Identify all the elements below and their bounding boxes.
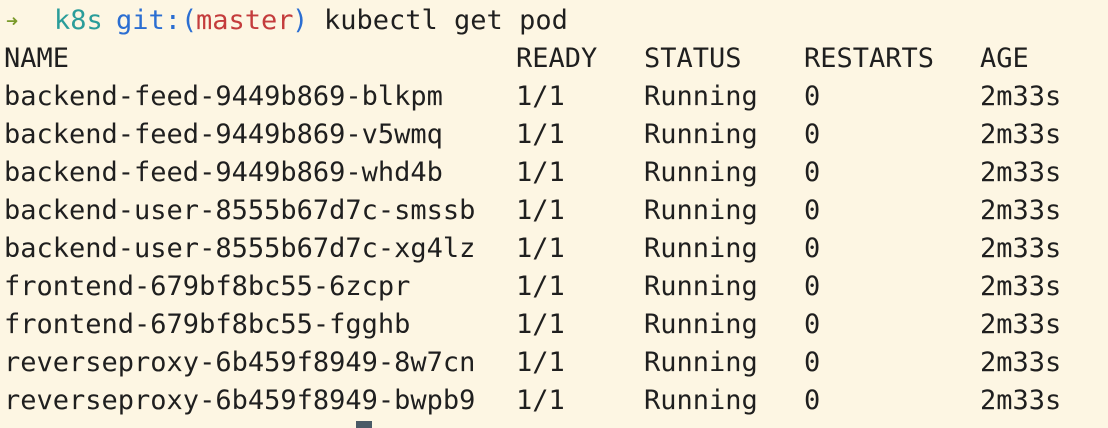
pod-ready: 1/1	[516, 271, 565, 302]
pod-age: 2m33s	[980, 385, 1062, 416]
pod-restarts: 0	[804, 119, 821, 150]
pod-name: backend-user-8555b67d7c-xg4lz	[4, 233, 476, 264]
table-row: backend-feed-9449b869-v5wmq 1/1 Running …	[0, 116, 1061, 154]
pod-status: Running	[644, 233, 758, 264]
pod-ready: 1/1	[516, 385, 565, 416]
prompt-command: kubectl get pod	[324, 5, 568, 36]
pod-restarts: 0	[804, 157, 821, 188]
pod-name: frontend-679bf8bc55-fgghb	[4, 309, 411, 340]
terminal-window[interactable]: ➜ k8s git:( master ) kubectl get pod NAM…	[0, 0, 1108, 428]
pod-age: 2m33s	[980, 347, 1062, 378]
prompt-git-label: git:(	[116, 5, 198, 36]
pod-name: backend-feed-9449b869-blkpm	[4, 81, 443, 112]
prompt-git-branch: master	[196, 5, 294, 36]
pod-age: 2m33s	[980, 119, 1062, 150]
pod-age: 2m33s	[980, 157, 1062, 188]
pod-name: backend-feed-9449b869-v5wmq	[4, 119, 443, 150]
pod-status: Running	[644, 195, 758, 226]
prompt-directory: k8s	[54, 5, 103, 36]
table-row: backend-feed-9449b869-blkpm 1/1 Running …	[0, 78, 1061, 116]
header-ready: READY	[516, 43, 598, 74]
pod-age: 2m33s	[980, 271, 1062, 302]
pod-restarts: 0	[804, 81, 821, 112]
pod-restarts: 0	[804, 271, 821, 302]
pod-restarts: 0	[804, 385, 821, 416]
pod-ready: 1/1	[516, 233, 565, 264]
pod-name: backend-user-8555b67d7c-smssb	[4, 195, 476, 226]
pod-status: Running	[644, 385, 758, 416]
header-restarts: RESTARTS	[804, 43, 935, 74]
terminal-cursor	[356, 421, 372, 428]
pod-status: Running	[644, 309, 758, 340]
header-name: NAME	[4, 43, 70, 74]
pod-status: Running	[644, 347, 758, 378]
prompt-line: ➜ k8s git:( master ) kubectl get pod	[0, 2, 568, 40]
pod-age: 2m33s	[980, 81, 1062, 112]
header-age: AGE	[980, 43, 1029, 74]
pod-restarts: 0	[804, 309, 821, 340]
table-header-row: NAME READY STATUS RESTARTS AGE	[0, 40, 1029, 78]
pod-age: 2m33s	[980, 233, 1062, 264]
header-status: STATUS	[644, 43, 742, 74]
pod-ready: 1/1	[516, 157, 565, 188]
pod-status: Running	[644, 81, 758, 112]
table-row: frontend-679bf8bc55-6zcpr 1/1 Running 0 …	[0, 268, 1061, 306]
table-row: frontend-679bf8bc55-fgghb 1/1 Running 0 …	[0, 306, 1061, 344]
pod-name: reverseproxy-6b459f8949-bwpb9	[4, 385, 476, 416]
pod-name: backend-feed-9449b869-whd4b	[4, 157, 443, 188]
table-row: reverseproxy-6b459f8949-bwpb9 1/1 Runnin…	[0, 382, 1061, 420]
pod-ready: 1/1	[516, 347, 565, 378]
pod-ready: 1/1	[516, 119, 565, 150]
table-row: reverseproxy-6b459f8949-8w7cn 1/1 Runnin…	[0, 344, 1061, 382]
pod-ready: 1/1	[516, 195, 565, 226]
table-row: backend-user-8555b67d7c-smssb 1/1 Runnin…	[0, 192, 1061, 230]
pod-status: Running	[644, 119, 758, 150]
table-row: backend-feed-9449b869-whd4b 1/1 Running …	[0, 154, 1061, 192]
prompt-git-close: )	[292, 5, 309, 36]
pod-status: Running	[644, 157, 758, 188]
pod-status: Running	[644, 271, 758, 302]
pod-ready: 1/1	[516, 81, 565, 112]
pod-restarts: 0	[804, 195, 821, 226]
pod-name: frontend-679bf8bc55-6zcpr	[4, 271, 411, 302]
pod-name: reverseproxy-6b459f8949-8w7cn	[4, 347, 476, 378]
pod-restarts: 0	[804, 347, 821, 378]
prompt-arrow-icon: ➜	[6, 9, 19, 33]
pod-ready: 1/1	[516, 309, 565, 340]
table-row: backend-user-8555b67d7c-xg4lz 1/1 Runnin…	[0, 230, 1061, 268]
pod-age: 2m33s	[980, 309, 1062, 340]
pod-age: 2m33s	[980, 195, 1062, 226]
pod-restarts: 0	[804, 233, 821, 264]
